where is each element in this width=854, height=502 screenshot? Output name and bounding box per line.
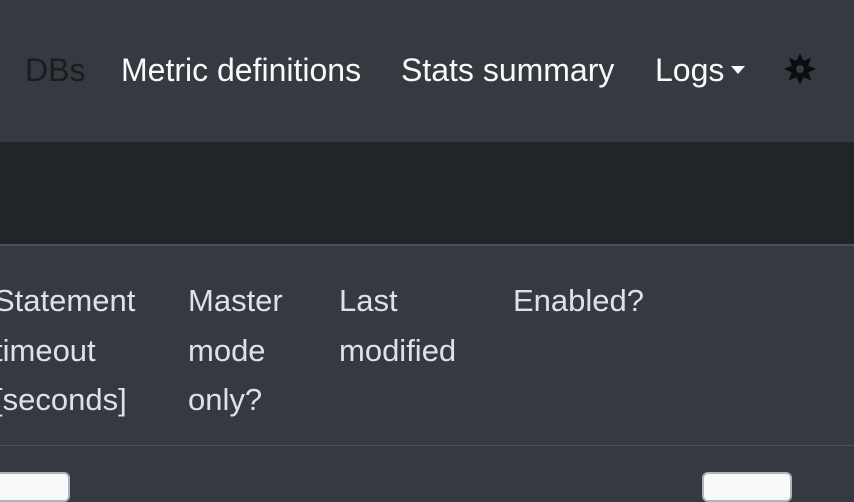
column-header-last-modified[interactable]: Last modified [339,276,456,375]
column-header-master-mode-only[interactable]: Master mode only? [188,276,283,425]
header-line: only? [188,382,263,417]
column-header-statement-timeout[interactable]: Statement timeout [seconds] [0,276,135,425]
table-row [0,447,854,502]
toolbar-band [0,142,854,246]
nav-metric-definitions[interactable]: Metric definitions [121,50,361,90]
header-line: Master [188,283,283,318]
theme-toggle-button[interactable] [781,51,819,87]
header-line: [seconds] [0,382,127,417]
table-header-row: Statement timeout [seconds] Master mode … [0,248,854,446]
row-action-button[interactable] [702,472,792,502]
sun-icon [784,53,816,85]
nav-stats-summary[interactable]: Stats summary [401,50,614,90]
column-header-enabled[interactable]: Enabled? [513,276,644,326]
header-line: Last [339,283,398,318]
header-line: Enabled? [513,283,645,318]
chevron-down-icon [731,66,746,74]
header-line: timeout [0,332,96,368]
timeout-input[interactable] [0,472,70,502]
nav-logs-dropdown[interactable]: Logs [655,50,746,90]
header-line: mode [188,332,266,368]
header-line: modified [339,332,457,368]
top-navbar: DBs Metric definitions Stats summary Log… [0,0,854,142]
nav-logs-label: Logs [655,52,725,88]
nav-dbs[interactable]: DBs [25,50,85,90]
header-line: Statement [0,283,136,318]
